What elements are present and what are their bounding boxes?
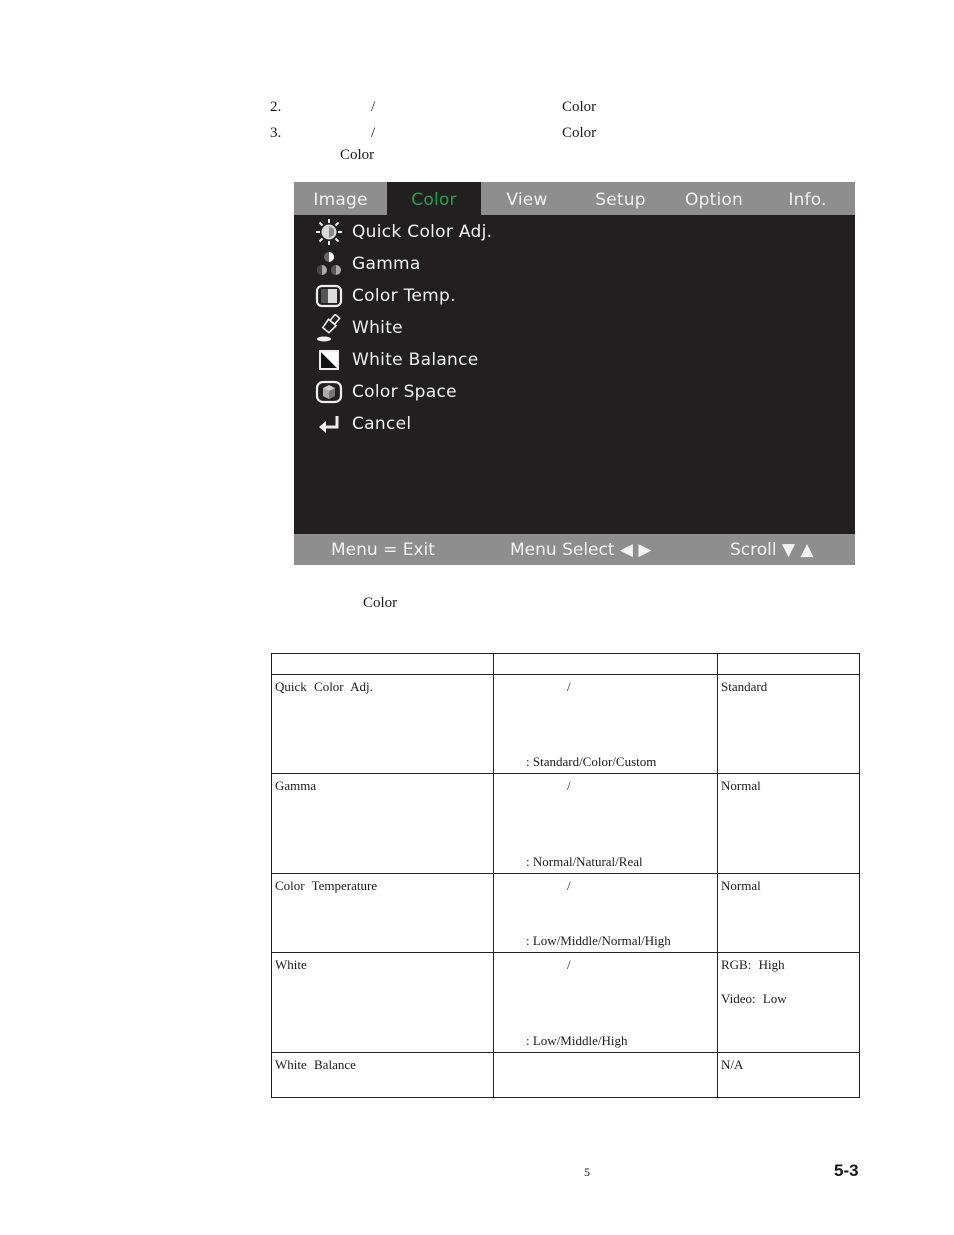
- setting-default: Normal: [717, 873, 860, 953]
- setting-default: N/A: [717, 1052, 860, 1098]
- table-header-row: [271, 653, 860, 675]
- diagonal-square-icon: [314, 346, 344, 374]
- header-cell: [717, 653, 860, 675]
- setting-description: / : Low/Middle/Normal/High: [493, 873, 718, 953]
- default-rgb: RGB: High: [721, 957, 785, 972]
- setting-description: / : Standard/Color/Custom: [493, 674, 718, 774]
- monitor-icon: [314, 282, 344, 310]
- setting-default: Normal: [717, 773, 860, 874]
- tab-view[interactable]: View: [481, 182, 573, 215]
- description-slash: /: [567, 957, 571, 972]
- color-settings-table: Quick Color Adj. / : Standard/Color/Cust…: [271, 653, 860, 1098]
- menu-item-label: White: [352, 318, 403, 338]
- setting-default: RGB: High Video: Low: [717, 952, 860, 1053]
- menu-item-label: Cancel: [352, 414, 412, 434]
- menu-item-color-space[interactable]: Color Space: [314, 377, 457, 407]
- page-center-number: 5: [584, 1165, 590, 1179]
- setting-name: Gamma: [271, 773, 494, 874]
- menu-item-label: Quick Color Adj.: [352, 222, 493, 242]
- tab-image[interactable]: Image: [294, 182, 387, 215]
- setting-options: : Low/Middle/Normal/High: [526, 933, 671, 948]
- setting-options: : Normal/Natural/Real: [526, 854, 643, 869]
- menu-item-white[interactable]: White: [314, 313, 403, 343]
- menu-item-label: Gamma: [352, 254, 421, 274]
- menu-exit-hint: Menu = Exit: [331, 540, 435, 560]
- instruction-3-number: 3.: [270, 125, 282, 141]
- cube-screen-icon: [314, 378, 344, 406]
- setting-description: [493, 1052, 718, 1098]
- osd-menu: Image Color View Setup Option Info. Quic…: [294, 182, 855, 565]
- tab-option[interactable]: Option: [668, 182, 760, 215]
- table-row: Quick Color Adj. / : Standard/Color/Cust…: [271, 674, 860, 774]
- menu-item-quick-color-adj[interactable]: Quick Color Adj.: [314, 217, 492, 247]
- return-arrow-icon: [314, 410, 344, 438]
- brush-icon: [314, 314, 344, 342]
- table-row: Color Temperature / : Low/Middle/Normal/…: [271, 873, 860, 953]
- instruction-3-term: Color: [562, 125, 597, 141]
- gamma-circles-icon: [314, 250, 344, 278]
- header-cell: [493, 653, 718, 675]
- setting-name: Color Temperature: [271, 873, 494, 953]
- menu-select-hint: Menu Select ◀ ▶: [510, 540, 652, 560]
- instruction-2-term: Color: [562, 99, 597, 115]
- table-row: White Balance N/A: [271, 1052, 860, 1098]
- scroll-hint: Scroll ▼ ▲: [730, 540, 814, 560]
- menu-item-cancel[interactable]: Cancel: [314, 409, 411, 439]
- setting-name: White: [271, 952, 494, 1053]
- setting-description: / : Normal/Natural/Real: [493, 773, 718, 874]
- menu-item-label: Color Temp.: [352, 286, 456, 306]
- description-slash: /: [567, 778, 571, 793]
- osd-footer-bar: Menu = Exit Menu Select ◀ ▶ Scroll ▼ ▲: [294, 534, 855, 565]
- table-row: Gamma / : Normal/Natural/Real Normal: [271, 773, 860, 874]
- osd-tab-bar: Image Color View Setup Option Info.: [294, 182, 855, 215]
- page-number: 5-3: [834, 1161, 859, 1180]
- setting-description: / : Low/Middle/High: [493, 952, 718, 1053]
- setting-options: : Low/Middle/High: [526, 1033, 628, 1048]
- setting-name: White Balance: [271, 1052, 494, 1098]
- setting-default: Standard: [717, 674, 860, 774]
- tab-color[interactable]: Color: [387, 182, 481, 215]
- setting-name: Quick Color Adj.: [271, 674, 494, 774]
- setting-options: : Standard/Color/Custom: [526, 754, 657, 769]
- menu-item-label: Color Space: [352, 382, 457, 402]
- instruction-2-slash: /: [371, 99, 376, 115]
- menu-item-white-balance[interactable]: White Balance: [314, 345, 479, 375]
- tab-setup[interactable]: Setup: [573, 182, 668, 215]
- table-row: White / : Low/Middle/High RGB: High Vide…: [271, 952, 860, 1053]
- description-slash: /: [567, 679, 571, 694]
- table-caption: Color: [363, 595, 398, 611]
- instruction-continuation: Color: [340, 147, 375, 163]
- description-slash: /: [567, 878, 571, 893]
- menu-item-label: White Balance: [352, 350, 479, 370]
- tab-info[interactable]: Info.: [760, 182, 855, 215]
- menu-item-gamma[interactable]: Gamma: [314, 249, 421, 279]
- menu-item-color-temp[interactable]: Color Temp.: [314, 281, 456, 311]
- instruction-3-slash: /: [371, 125, 376, 141]
- default-video: Video: Low: [721, 991, 787, 1006]
- instruction-2-number: 2.: [270, 99, 282, 115]
- header-cell: [271, 653, 494, 675]
- sun-cube-icon: [314, 218, 344, 246]
